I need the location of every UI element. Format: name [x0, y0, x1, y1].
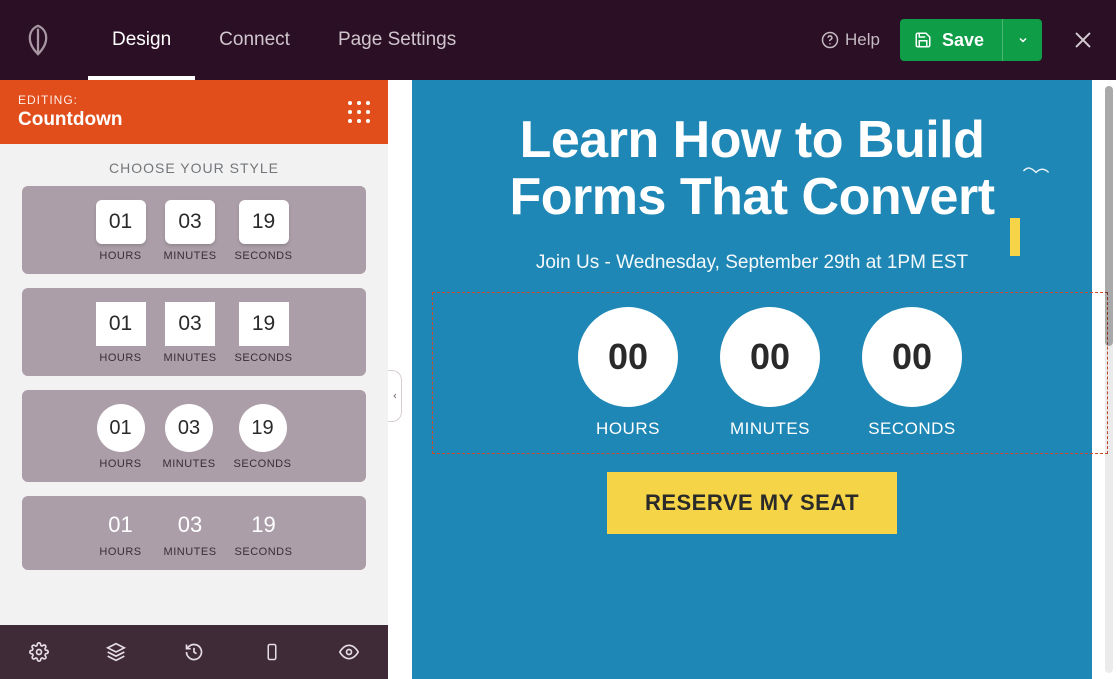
history-icon — [184, 642, 204, 662]
minutes-label: MINUTES — [164, 352, 217, 364]
panel-header: EDITING: Countdown — [0, 80, 388, 144]
seconds-label: SECONDS — [235, 250, 293, 262]
countdown-hours-label: HOURS — [596, 419, 660, 439]
style-list[interactable]: 01 HOURS 03 MINUTES 19 SECONDS 01 HOURS 03 MI… — [0, 186, 388, 625]
mobile-icon — [263, 642, 281, 662]
save-label: Save — [942, 30, 984, 51]
help-link[interactable]: Help — [821, 30, 880, 50]
style4-seconds: 19 — [239, 510, 289, 540]
canvas-area: Learn How to Build Forms That Convert Jo… — [388, 80, 1116, 679]
style3-seconds: 19 — [239, 404, 287, 452]
style-option-1[interactable]: 01 HOURS 03 MINUTES 19 SECONDS — [22, 186, 366, 274]
panel-title: Countdown — [18, 109, 122, 131]
tab-design[interactable]: Design — [88, 0, 195, 80]
seconds-label: SECONDS — [234, 458, 292, 470]
minutes-label: MINUTES — [163, 458, 216, 470]
help-label: Help — [845, 30, 880, 50]
save-icon — [914, 31, 932, 49]
hours-label: HOURS — [99, 546, 141, 558]
settings-button[interactable] — [23, 636, 55, 668]
gear-icon — [29, 642, 49, 662]
save-dropdown-button[interactable] — [1002, 19, 1042, 61]
minutes-label: MINUTES — [164, 546, 217, 558]
style2-seconds: 19 — [239, 302, 289, 346]
eye-icon — [338, 642, 360, 662]
cta-button[interactable]: RESERVE MY SEAT — [607, 472, 897, 534]
device-preview-button[interactable] — [256, 636, 288, 668]
bird-decoration-icon — [1022, 162, 1050, 185]
headline-line2: Forms That Convert — [509, 168, 994, 226]
countdown-seconds-label: SECONDS — [868, 419, 956, 439]
tab-connect[interactable]: Connect — [195, 0, 314, 80]
style2-minutes: 03 — [165, 302, 215, 346]
side-panel: EDITING: Countdown CHOOSE YOUR STYLE 01 H… — [0, 80, 388, 679]
tab-page-settings[interactable]: Page Settings — [314, 0, 480, 80]
seconds-label: SECONDS — [235, 352, 293, 364]
countdown-minutes: 00 — [720, 307, 820, 407]
countdown-minutes-label: MINUTES — [730, 419, 810, 439]
preview-button[interactable] — [333, 636, 365, 668]
style-option-2[interactable]: 01 HOURS 03 MINUTES 19 SECONDS — [22, 288, 366, 376]
style-option-3[interactable]: 01 HOURS 03 MINUTES 19 SECONDS — [22, 390, 366, 482]
save-button[interactable]: Save — [900, 19, 1002, 61]
page-canvas[interactable]: Learn How to Build Forms That Convert Jo… — [412, 80, 1092, 679]
seconds-label: SECONDS — [235, 546, 293, 558]
drag-handle-icon[interactable] — [348, 101, 370, 123]
help-icon — [821, 31, 839, 49]
style1-hours: 01 — [96, 200, 146, 244]
style1-minutes: 03 — [165, 200, 215, 244]
style4-minutes: 03 — [165, 510, 215, 540]
style-option-4[interactable]: 01 HOURS 03 MINUTES 19 SECONDS — [22, 496, 366, 570]
hours-label: HOURS — [99, 458, 141, 470]
history-button[interactable] — [178, 636, 210, 668]
chevron-down-icon — [1017, 34, 1029, 46]
app-logo — [18, 20, 58, 60]
style3-minutes: 03 — [165, 404, 213, 452]
panel-kicker: EDITING: — [18, 93, 122, 107]
minutes-label: MINUTES — [164, 250, 217, 262]
close-icon — [1072, 29, 1094, 51]
headline[interactable]: Learn How to Build Forms That Convert — [432, 112, 1072, 226]
choose-style-heading: CHOOSE YOUR STYLE — [0, 144, 388, 186]
scrollbar-thumb[interactable] — [1105, 86, 1113, 346]
style3-hours: 01 — [97, 404, 145, 452]
collapse-panel-button[interactable] — [388, 370, 402, 422]
close-button[interactable] — [1068, 25, 1098, 55]
style2-hours: 01 — [96, 302, 146, 346]
main-tabs: Design Connect Page Settings — [88, 0, 480, 80]
countdown-seconds: 00 — [862, 307, 962, 407]
topbar: Design Connect Page Settings Help Save — [0, 0, 1116, 80]
hours-label: HOURS — [99, 352, 141, 364]
subheadline[interactable]: Join Us - Wednesday, September 29th at 1… — [432, 252, 1072, 274]
chevron-left-icon — [391, 390, 399, 402]
layers-icon — [106, 642, 126, 662]
countdown-element[interactable]: 00 HOURS 00 MINUTES 00 SECONDS — [432, 292, 1108, 454]
layers-button[interactable] — [100, 636, 132, 668]
panel-footer-toolbar — [0, 625, 388, 679]
style4-hours: 01 — [96, 510, 146, 540]
countdown-hours: 00 — [578, 307, 678, 407]
text-cursor-indicator — [1010, 218, 1020, 256]
save-button-group: Save — [900, 19, 1042, 61]
headline-line1: Learn How to Build — [520, 111, 985, 169]
canvas-scrollbar[interactable] — [1105, 86, 1113, 673]
style1-seconds: 19 — [239, 200, 289, 244]
hours-label: HOURS — [99, 250, 141, 262]
